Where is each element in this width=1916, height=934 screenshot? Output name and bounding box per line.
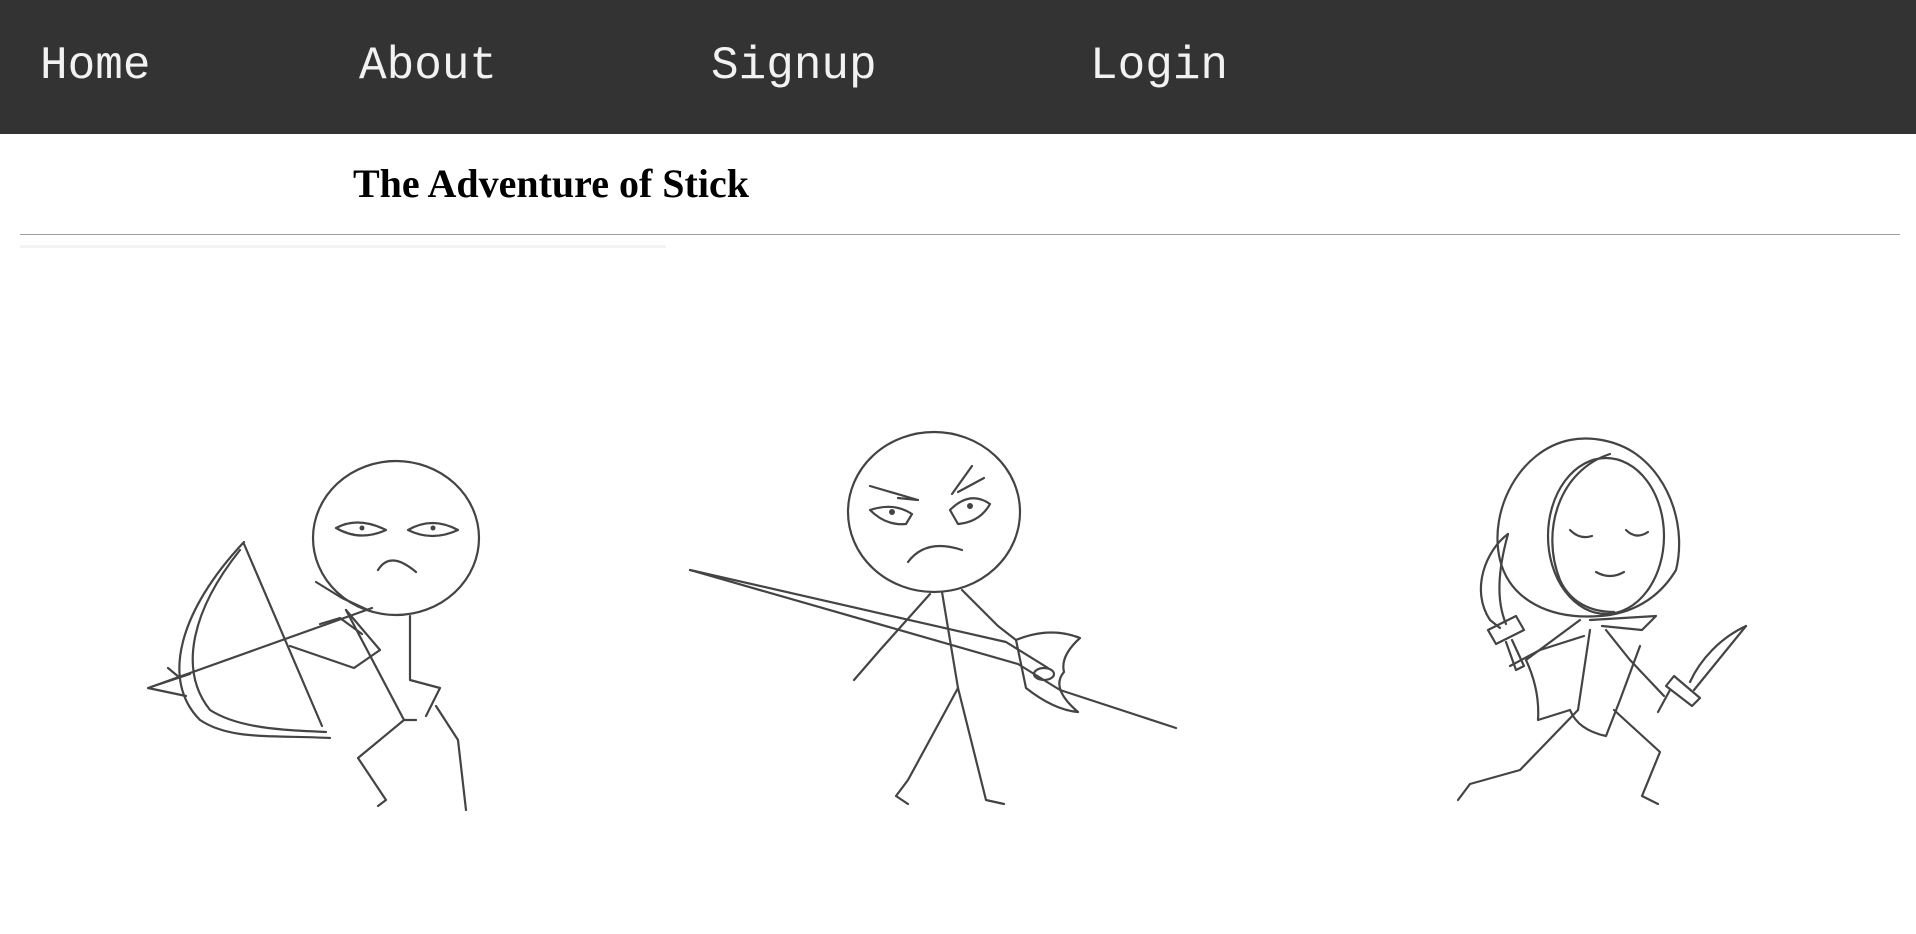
hooded-right-dagger xyxy=(1688,624,1748,684)
hooded-face xyxy=(1546,456,1666,616)
navbar: Home About Signup Login xyxy=(0,0,1916,134)
title-divider xyxy=(20,234,1900,235)
archer-head xyxy=(311,459,481,617)
nav-link-home[interactable]: Home xyxy=(40,38,150,94)
archer-stick-figure xyxy=(140,420,500,820)
nav-link-signup[interactable]: Signup xyxy=(711,38,877,94)
faint-divider xyxy=(20,245,666,248)
nav-link-about[interactable]: About xyxy=(359,38,497,94)
page-title: The Adventure of Stick xyxy=(353,161,749,206)
archer-mouth xyxy=(376,559,418,574)
spear-stick-figure xyxy=(680,420,1180,820)
nav-link-login[interactable]: Login xyxy=(1090,38,1228,94)
spear-weapon xyxy=(688,568,1178,730)
spear-head-face xyxy=(846,430,1022,594)
hooded-dagger-stick-figure xyxy=(1410,420,1760,820)
